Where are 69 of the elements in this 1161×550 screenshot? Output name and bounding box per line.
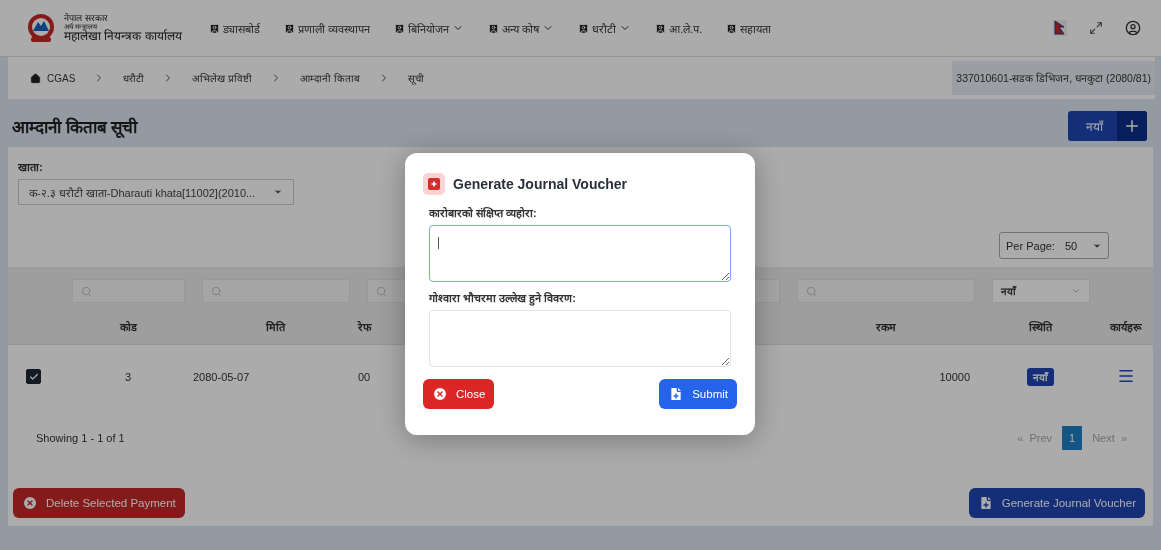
account-label: खाता: <box>18 160 44 174</box>
caret-icon <box>1071 286 1081 296</box>
home-icon <box>30 72 41 84</box>
column-header: रकम <box>875 321 896 333</box>
nav-menu-item[interactable]: प्रणाली व्यवस्थापन <box>284 20 371 36</box>
text-caret <box>438 237 439 249</box>
close-icon <box>432 386 448 402</box>
row-checkbox[interactable] <box>26 369 41 384</box>
table-cell: 10000 <box>939 370 970 383</box>
flag-icon[interactable] <box>1053 20 1067 36</box>
contact-icon <box>209 22 220 34</box>
breadcrumb-link[interactable]: सूची <box>407 71 424 85</box>
search-icon <box>806 285 817 297</box>
organization-name: महालेखा नियन्त्रक कार्यालय <box>64 30 182 42</box>
column-filter-field[interactable] <box>797 279 975 303</box>
nav-menu-item[interactable]: आ.ले.प. <box>655 20 703 36</box>
field-label: कारोबारको संक्षिप्त व्यहोरा: <box>429 206 538 220</box>
table-cell: 2080-05-07 <box>193 370 250 383</box>
description-field[interactable] <box>429 225 731 282</box>
contact-icon <box>655 22 667 34</box>
voucher-icon <box>423 173 445 195</box>
breadcrumb-link[interactable]: आम्दानी किताब <box>300 71 360 85</box>
delete-button[interactable]: Delete Selected Payment <box>13 488 185 518</box>
close-icon <box>22 495 38 511</box>
contact-icon <box>394 22 406 34</box>
dialog-title: Generate Journal Voucher <box>453 176 627 192</box>
page-title: आम्दानी किताब सूची <box>12 116 138 138</box>
column-header: कार्यहरू <box>1109 321 1142 333</box>
column-header: मिति <box>266 321 285 333</box>
page-number[interactable]: 1 <box>1062 426 1083 450</box>
plus-icon <box>1123 117 1141 135</box>
organization-name: नेपाल सरकार <box>64 14 109 23</box>
user-icon[interactable] <box>1125 20 1141 36</box>
column-filter-field[interactable] <box>72 279 185 303</box>
account-select[interactable]: क-२.३ धरौटी खाता-Dharauti khata[11002](2010... <box>18 179 294 205</box>
per-page-select[interactable]: Per Page: 50 <box>999 232 1109 259</box>
check-icon <box>28 371 39 382</box>
search-icon <box>81 285 92 297</box>
nav-menu-item[interactable]: ड्यासबोर्ड <box>209 20 260 36</box>
caret-icon <box>273 187 283 197</box>
generate-voucher-button[interactable]: Generate Journal Voucher <box>968 488 1145 518</box>
breadcrumb-link[interactable]: धरौटी <box>123 71 145 85</box>
table-cell: 00 <box>358 370 371 383</box>
close-button[interactable]: Close <box>423 379 495 409</box>
contact-icon <box>726 22 738 34</box>
contact-icon <box>284 22 295 34</box>
search-icon <box>211 285 222 297</box>
showing-count: Showing 1 - 1 of 1 <box>36 432 125 444</box>
column-header: कोड <box>119 321 137 333</box>
office-label: 337010601-सडक डिभिजन, धनकुटा (2080/81) <box>952 61 1155 95</box>
contact-icon <box>488 22 500 34</box>
status-filter-select[interactable]: नयाँ <box>992 279 1090 303</box>
breadcrumb-link[interactable]: अभिलेख प्रविष्टी <box>192 71 253 85</box>
table-cell: 3 <box>124 370 132 383</box>
fullscreen-icon[interactable] <box>1089 21 1103 35</box>
nav-menu-item[interactable]: बिनियोजन <box>394 20 465 36</box>
nav-menu-item[interactable]: अन्य कोष <box>488 20 555 36</box>
nav-menu-item[interactable]: धरौटी <box>578 20 632 36</box>
field-label: गोश्वारा भौचरमा उल्लेख हुने विवरण: <box>429 291 577 305</box>
column-header: स्थिति <box>1029 321 1052 333</box>
nav-menu-item[interactable]: सहायता <box>726 20 772 36</box>
new-button[interactable]: नयाँ <box>1068 111 1147 141</box>
contact-icon <box>578 22 590 34</box>
column-filter-field[interactable] <box>202 279 350 303</box>
status-badge: नयाँ <box>1027 367 1054 386</box>
column-header: रेफ <box>358 321 371 333</box>
breadcrumb-link[interactable]: CGAS <box>30 72 76 84</box>
submit-button[interactable]: Submit <box>659 379 737 409</box>
search-icon <box>376 285 387 297</box>
